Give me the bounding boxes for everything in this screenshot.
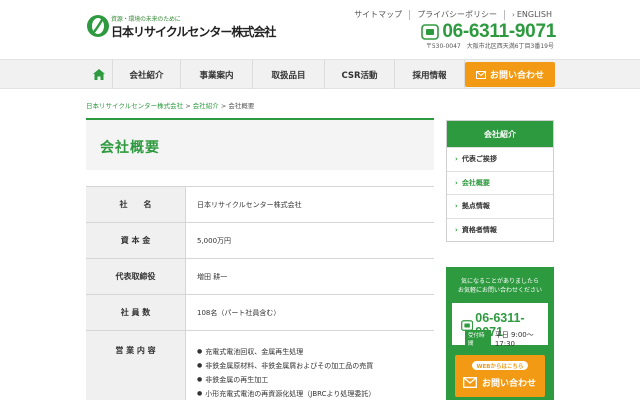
home-icon: [93, 69, 105, 80]
sidebar-item-label: 拠点情報: [461, 202, 490, 211]
company-address: 〒530-0047 大阪市北区西天満6丁目3番19号: [425, 43, 554, 50]
nav-item-recruit[interactable]: 採用情報: [394, 60, 465, 89]
sidebar-item-qualifications[interactable]: › 資格者情報: [447, 217, 553, 242]
chevron-right-icon: ›: [455, 178, 458, 187]
breadcrumb: 日本リサイクルセンター株式会社 > 会社紹介 > 会社概要: [86, 100, 254, 110]
page-title-box: 会社概要: [86, 118, 434, 170]
breadcrumb-home[interactable]: 日本リサイクルセンター株式会社: [86, 102, 183, 110]
row-label: 代表取締役: [86, 259, 186, 294]
table-row: 代表取締役 増田 耕一: [86, 259, 434, 295]
contact-message-line: 気になることがありましたら: [460, 278, 539, 285]
row-label: 社 員 数: [86, 295, 186, 330]
english-link[interactable]: › ENGLISH: [512, 10, 552, 19]
company-info-table: 社 名 日本リサイクルセンター株式会社 資 本 金 5,000万円 代表取締役 …: [86, 186, 434, 400]
list-item: 非鉄金属の再生加工: [197, 373, 434, 387]
row-value: 増田 耕一: [197, 272, 228, 281]
row-value: 日本リサイクルセンター株式会社: [197, 200, 302, 209]
chevron-right-icon: ›: [455, 155, 458, 164]
list-item: 充電式電池回収、金属再生処理: [197, 345, 434, 359]
privacy-policy-link[interactable]: プライバシーポリシー: [417, 9, 497, 20]
phone-icon: [461, 319, 474, 331]
row-value: 5,000万円: [197, 236, 232, 245]
phone-icon: [421, 24, 440, 40]
contact-message-line: お気軽にお問い合わせください: [457, 287, 542, 294]
web-badge: WEBからはこちら: [472, 361, 528, 370]
sidebar-item-locations[interactable]: › 拠点情報: [447, 194, 553, 218]
top-links: サイトマップ プライバシーポリシー › ENGLISH: [354, 9, 552, 20]
page-title: 会社概要: [100, 140, 160, 156]
list-item: 小形充電式電池の再資源化処理（JBRCより処理委託）: [197, 387, 434, 400]
sitemap-link[interactable]: サイトマップ: [354, 9, 402, 20]
breadcrumb-separator: >: [185, 102, 191, 110]
site-header: 資源・環境の未来のために 日本リサイクルセンター株式会社 サイトマップ プライバ…: [0, 0, 640, 58]
mail-icon: [463, 377, 477, 388]
nav-contact-button[interactable]: お問い合わせ: [465, 62, 555, 87]
sidebar-item-overview[interactable]: › 会社概要: [447, 170, 553, 195]
hours-text: 平日 9:00〜17:30: [494, 331, 534, 348]
nav-item-products[interactable]: 取扱品目: [252, 60, 324, 89]
logo-tagline: 資源・環境の未来のために: [111, 16, 181, 23]
breadcrumb-current: 会社概要: [228, 102, 255, 110]
phone-number: 06-6311-9071: [442, 21, 556, 42]
nav-contact-label: お問い合わせ: [489, 71, 544, 81]
contact-message: 気になることがありましたら お気軽にお問い合わせください: [446, 277, 554, 295]
chevron-right-icon: ›: [455, 225, 458, 234]
sidebar-item-label: 資格者情報: [461, 225, 497, 234]
english-link-label: ENGLISH: [516, 10, 552, 19]
sidebar-item-greeting[interactable]: › 代表ご挨拶: [447, 147, 553, 171]
divider: [409, 9, 411, 20]
business-list: 充電式電池回収、金属再生処理 非鉄金属原材料、非鉄金属屑およびその加工品の売買 …: [197, 345, 434, 400]
header-phone[interactable]: 06-6311-9071: [421, 21, 556, 43]
table-row: 資 本 金 5,000万円: [86, 223, 434, 259]
mail-icon: [475, 70, 486, 79]
contact-phone-box: 06-6311-9071 受付時間 平日 9:00〜17:30: [452, 303, 548, 348]
row-value: 充電式電池回収、金属再生処理 非鉄金属原材料、非鉄金属屑およびその加工品の売買 …: [186, 331, 434, 400]
table-row-business: 営 業 内 容 充電式電池回収、金属再生処理 非鉄金属原材料、非鉄金属屑およびそ…: [86, 331, 434, 400]
contact-hours: 受付時間 平日 9:00〜17:30: [465, 330, 548, 348]
sidebar-item-label: 代表ご挨拶: [461, 155, 497, 164]
logo-company-name: 日本リサイクルセンター株式会社: [111, 25, 276, 39]
global-nav: 会社紹介 事業案内 取扱品目 CSR活動 採用情報 お問い合わせ: [0, 59, 640, 89]
row-label: 営 業 内 容: [86, 331, 186, 400]
table-row: 社 員 数 108名（パート社員含む）: [86, 295, 434, 331]
contact-button-label: お問い合わせ: [482, 379, 537, 389]
list-item: 非鉄金属原材料、非鉄金属屑およびその加工品の売買: [197, 359, 434, 373]
chevron-right-icon: ›: [512, 11, 515, 19]
sidebar-contact-box: 気になることがありましたら お気軽にお問い合わせください 06-6311-907…: [446, 267, 554, 400]
company-logo[interactable]: 資源・環境の未来のために 日本リサイクルセンター株式会社: [86, 12, 276, 42]
nav-item-csr[interactable]: CSR活動: [324, 60, 394, 89]
sidebar-item-label: 会社概要: [461, 178, 490, 187]
breadcrumb-parent[interactable]: 会社紹介: [193, 102, 219, 110]
breadcrumb-separator: >: [220, 102, 227, 110]
table-row: 社 名 日本リサイクルセンター株式会社: [86, 187, 434, 223]
nav-item-company[interactable]: 会社紹介: [112, 60, 180, 89]
hours-badge: 受付時間: [465, 330, 491, 348]
nav-home[interactable]: [86, 60, 112, 89]
nav-item-business[interactable]: 事業案内: [180, 60, 252, 89]
row-label: 社 名: [86, 187, 186, 222]
contact-button-content: お問い合わせ: [463, 376, 536, 389]
sidebar-menu: 会社紹介 › 代表ご挨拶 › 会社概要 › 拠点情報 › 資格者情報: [446, 120, 554, 242]
logo-mark-icon: [87, 15, 109, 37]
sidebar-contact-button[interactable]: WEBからはこちら お問い合わせ: [455, 355, 545, 397]
row-value: 108名（パート社員含む）: [197, 308, 281, 317]
divider: [504, 9, 506, 20]
chevron-right-icon: ›: [455, 202, 458, 211]
sidebar-heading[interactable]: 会社紹介: [447, 121, 553, 147]
row-label: 資 本 金: [86, 223, 186, 258]
